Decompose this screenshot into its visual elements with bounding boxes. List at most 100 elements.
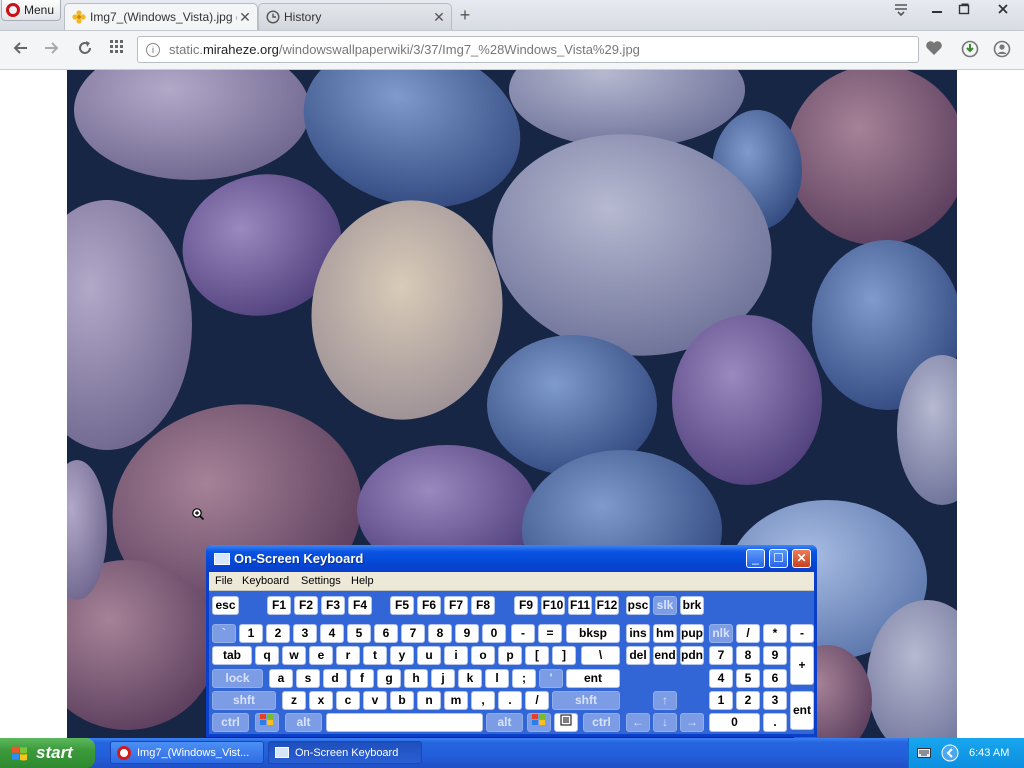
key-period[interactable]: . (498, 691, 522, 710)
key-g[interactable]: g (377, 669, 401, 688)
taskbar-item-opera[interactable]: Img7_(Windows_Vist... (110, 741, 264, 764)
key-num-star[interactable]: * (763, 624, 787, 643)
maximize-icon[interactable] (953, 2, 975, 20)
key-u[interactable]: u (417, 646, 441, 665)
url-field[interactable]: i static. miraheze.org/windowswallpaperwi… (137, 36, 919, 63)
key-f11[interactable]: F11 (568, 596, 592, 615)
key-3[interactable]: 3 (293, 624, 317, 643)
key-num-3[interactable]: 3 (763, 691, 787, 710)
close-window-icon[interactable] (992, 2, 1014, 20)
menu-file[interactable]: File (215, 575, 233, 587)
key-m[interactable]: m (444, 691, 468, 710)
key-num-dot[interactable]: . (763, 713, 787, 732)
taskbar-item-osk[interactable]: On-Screen Keyboard (268, 741, 422, 764)
key-f9[interactable]: F9 (514, 596, 538, 615)
tab-menu-icon[interactable] (890, 2, 912, 20)
key-f4[interactable]: F4 (348, 596, 372, 615)
windows-logo-key-icon[interactable] (527, 713, 551, 732)
key-alt-left[interactable]: alt (285, 713, 322, 732)
key-num-enter[interactable]: ent (790, 691, 814, 730)
key-f3[interactable]: F3 (321, 596, 345, 615)
key-f12[interactable]: F12 (595, 596, 619, 615)
reload-icon[interactable] (74, 40, 96, 60)
key-p[interactable]: p (498, 646, 522, 665)
key-2[interactable]: 2 (266, 624, 290, 643)
key-shift-left[interactable]: shft (212, 691, 276, 710)
key-e[interactable]: e (309, 646, 333, 665)
key-9[interactable]: 9 (455, 624, 479, 643)
close-icon[interactable]: ✕ (431, 9, 447, 26)
key-j[interactable]: j (431, 669, 455, 688)
key-backtick[interactable]: ` (212, 624, 236, 643)
speed-dial-grid-icon[interactable] (106, 40, 128, 60)
key-s[interactable]: s (296, 669, 320, 688)
key-brk[interactable]: brk (680, 596, 704, 615)
close-icon[interactable]: ✕ (237, 9, 253, 26)
key-num-2[interactable]: 2 (736, 691, 760, 710)
menu-help[interactable]: Help (351, 575, 374, 587)
key-num-9[interactable]: 9 (763, 646, 787, 665)
key-slash[interactable]: / (525, 691, 549, 710)
key-caps-lock[interactable]: lock (212, 669, 263, 688)
key-num-1[interactable]: 1 (709, 691, 733, 710)
key-semicolon[interactable]: ; (512, 669, 536, 688)
minimize-icon[interactable]: _ (746, 549, 765, 568)
key-num-minus[interactable]: - (790, 624, 814, 643)
key-arrow-left-icon[interactable]: ← (626, 713, 650, 732)
key-y[interactable]: y (390, 646, 414, 665)
key-ins[interactable]: ins (626, 624, 650, 643)
key-7[interactable]: 7 (401, 624, 425, 643)
key-a[interactable]: a (269, 669, 293, 688)
menu-keyboard[interactable]: Keyboard (242, 575, 289, 587)
maximize-icon[interactable]: ☐ (769, 549, 788, 568)
key-v[interactable]: v (363, 691, 387, 710)
show-hidden-icons-chevron-icon[interactable] (941, 744, 959, 762)
key-t[interactable]: t (363, 646, 387, 665)
menu-settings[interactable]: Settings (301, 575, 341, 587)
key-enter[interactable]: ent (566, 669, 620, 688)
key-f1[interactable]: F1 (267, 596, 291, 615)
tab-image[interactable]: Img7_(Windows_Vista).jpg ( ✕ (64, 3, 258, 30)
key-num-5[interactable]: 5 (736, 669, 760, 688)
key-num-plus[interactable]: + (790, 646, 814, 685)
key-4[interactable]: 4 (320, 624, 344, 643)
key-num-slash[interactable]: / (736, 624, 760, 643)
key-f8[interactable]: F8 (471, 596, 495, 615)
key-l[interactable]: l (485, 669, 509, 688)
key-arrow-right-icon[interactable]: → (680, 713, 704, 732)
keyboard-tray-icon[interactable] (917, 747, 931, 759)
close-icon[interactable]: ✕ (792, 549, 811, 568)
key-n[interactable]: n (417, 691, 441, 710)
key-f[interactable]: f (350, 669, 374, 688)
key-f2[interactable]: F2 (294, 596, 318, 615)
key-pdn[interactable]: pdn (680, 646, 704, 665)
key-tab[interactable]: tab (212, 646, 252, 665)
key-slk[interactable]: slk (653, 596, 677, 615)
key-b[interactable]: b (390, 691, 414, 710)
key-num-4[interactable]: 4 (709, 669, 733, 688)
key-8[interactable]: 8 (428, 624, 452, 643)
key-ctrl-right[interactable]: ctrl (583, 713, 620, 732)
key-6[interactable]: 6 (374, 624, 398, 643)
key-pup[interactable]: pup (680, 624, 704, 643)
download-icon[interactable] (960, 40, 980, 60)
key-minus[interactable]: - (511, 624, 535, 643)
key-space[interactable] (326, 713, 483, 732)
key-q[interactable]: q (255, 646, 279, 665)
key-lbracket[interactable]: [ (525, 646, 549, 665)
key-5[interactable]: 5 (347, 624, 371, 643)
key-num-6[interactable]: 6 (763, 669, 787, 688)
back-arrow-icon[interactable] (10, 40, 32, 60)
key-num-8[interactable]: 8 (736, 646, 760, 665)
key-0[interactable]: 0 (482, 624, 506, 643)
key-r[interactable]: r (336, 646, 360, 665)
windows-logo-key-icon[interactable] (255, 713, 279, 732)
key-end[interactable]: end (653, 646, 677, 665)
tab-history[interactable]: History ✕ (258, 3, 452, 30)
key-c[interactable]: c (336, 691, 360, 710)
key-w[interactable]: w (282, 646, 306, 665)
key-z[interactable]: z (282, 691, 306, 710)
key-k[interactable]: k (458, 669, 482, 688)
security-info-icon[interactable]: i (146, 42, 160, 57)
key-arrow-down-icon[interactable]: ↓ (653, 713, 677, 732)
